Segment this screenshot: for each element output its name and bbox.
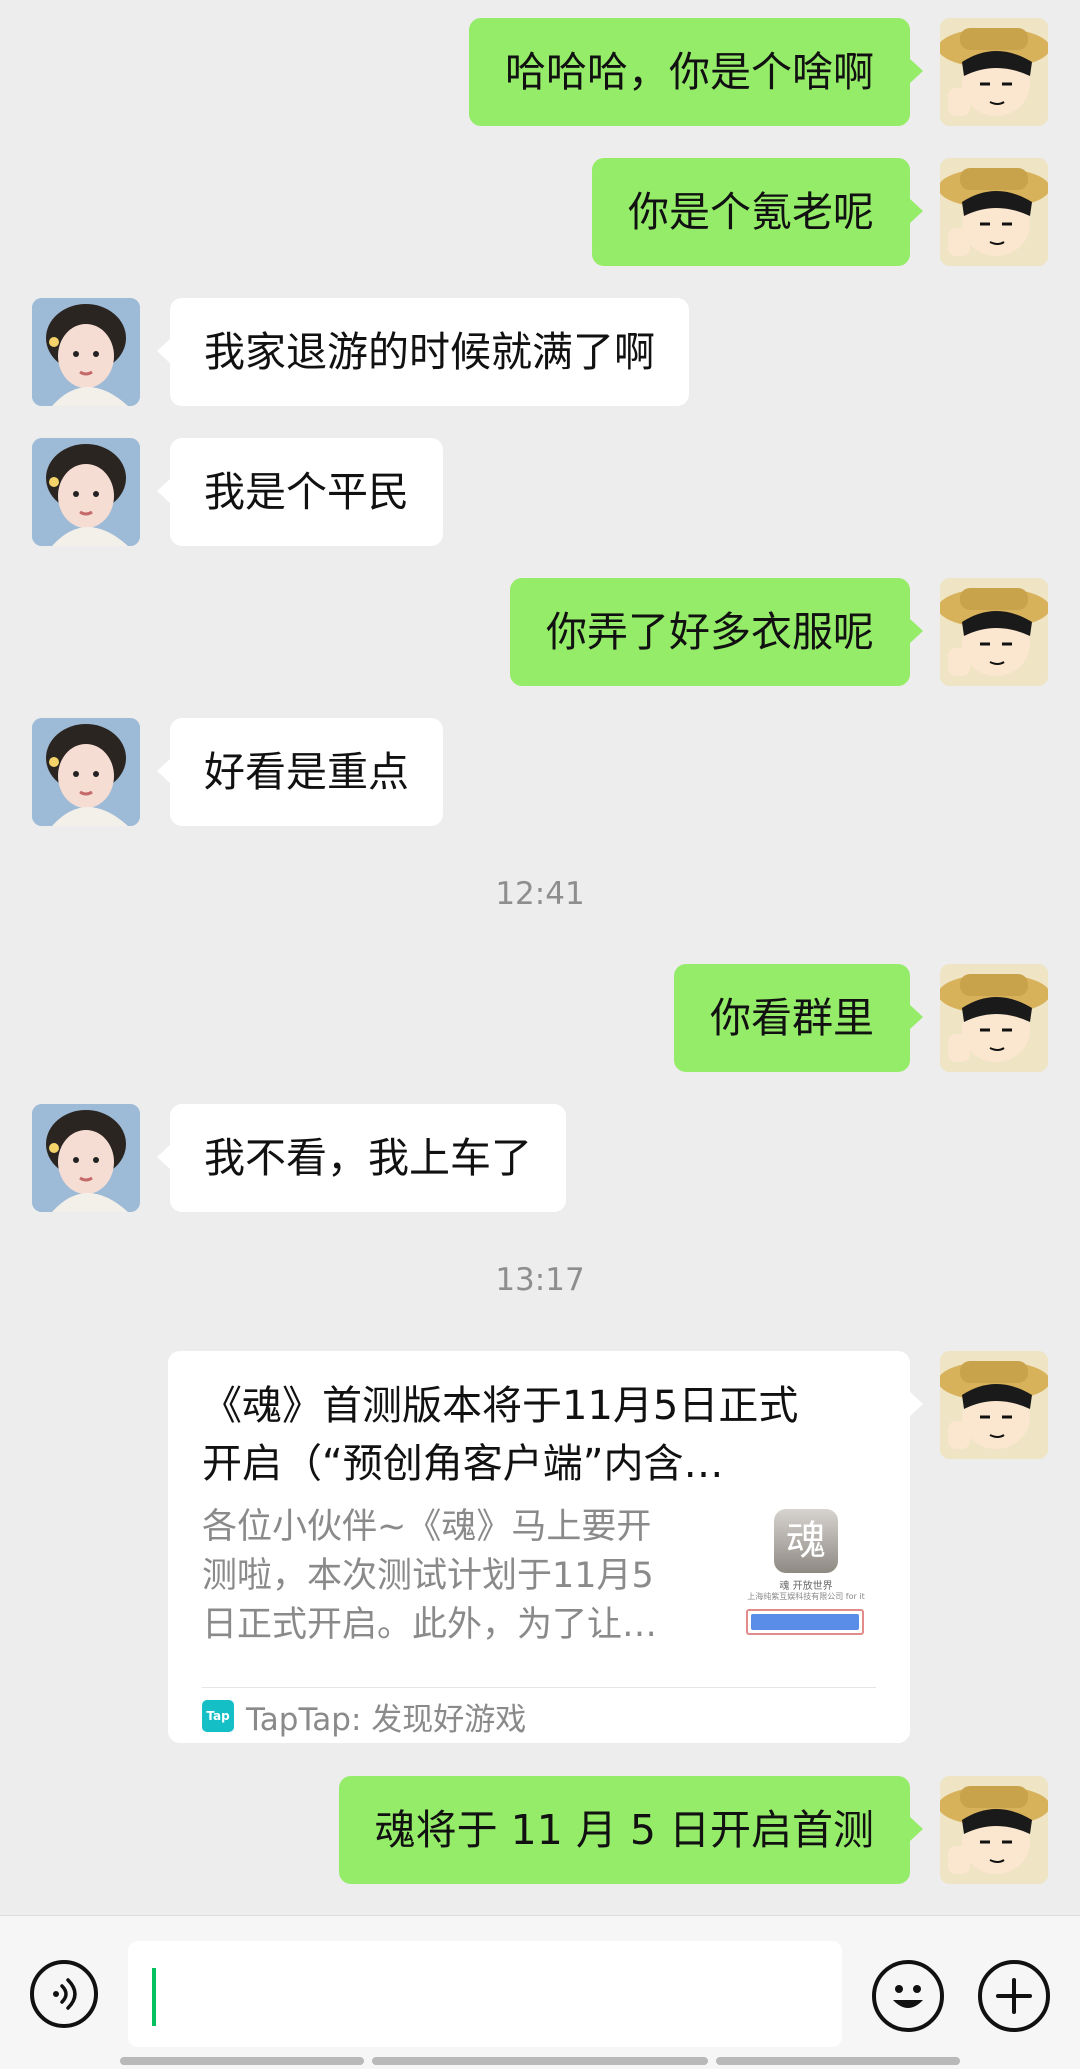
sent-message-bubble[interactable]: 你弄了好多衣服呢 <box>510 578 923 686</box>
message-row: 你弄了好多衣服呢 <box>0 578 1080 686</box>
text-caret <box>152 1968 156 2026</box>
sent-message-bubble[interactable]: 哈哈哈，你是个啥啊 <box>469 18 923 126</box>
thumb-caption: 魂 开放世界 <box>779 1581 833 1592</box>
received-message-bubble[interactable]: 好看是重点 <box>157 718 443 826</box>
sent-message-bubble[interactable]: 魂将于 11 月 5 日开启首测 <box>338 1776 924 1884</box>
message-row: 哈哈哈，你是个啥啊 <box>0 18 1080 126</box>
home-indicator <box>120 2057 364 2065</box>
message-row: 《魂》首测版本将于11月5日正式 开启（“预创角客户端”内含… 各位小伙伴~《魂… <box>0 1351 1080 1743</box>
message-row: 好看是重点 <box>0 718 1080 826</box>
timestamp: 13:17 <box>495 1262 585 1298</box>
message-row: 我是个平民 <box>0 438 1080 546</box>
emoji-button[interactable] <box>872 1960 944 2032</box>
message-row: 魂将于 11 月 5 日开启首测 <box>0 1776 1080 1884</box>
input-bar <box>0 1915 1080 2069</box>
message-row: 你看群里 <box>0 964 1080 1072</box>
link-card-source-label: TapTap: 发现好游戏 <box>246 1701 527 1738</box>
sent-message-bubble[interactable]: 你看群里 <box>674 964 923 1072</box>
voice-button[interactable] <box>30 1960 98 2028</box>
game-logo-icon: 魂 <box>774 1509 838 1573</box>
link-card-thumbnail: 魂 魂 开放世界 上海纯紫互娱科技有限公司 for it <box>736 1509 876 1657</box>
emoji-icon <box>893 1985 923 2008</box>
sent-message-bubble[interactable]: 你是个氪老呢 <box>592 158 923 266</box>
link-card-divider <box>202 1687 876 1688</box>
home-indicator <box>716 2057 960 2065</box>
my-avatar[interactable] <box>940 1351 1048 1459</box>
my-avatar[interactable] <box>940 964 1048 1072</box>
taptap-icon: Tap <box>202 1700 234 1732</box>
thumb-button <box>746 1609 864 1635</box>
link-card-description: 各位小伙伴~《魂》马上要开 测啦，本次测试计划于11月5 日正式开启。此外，为了… <box>202 1507 658 1645</box>
message-row: 你是个氪老呢 <box>0 158 1080 266</box>
received-message-bubble[interactable]: 我是个平民 <box>157 438 443 546</box>
home-indicator <box>372 2057 708 2065</box>
my-avatar[interactable] <box>940 578 1048 686</box>
received-message-bubble[interactable]: 我不看，我上车了 <box>157 1104 566 1212</box>
message-row: 我不看，我上车了 <box>0 1104 1080 1212</box>
my-avatar[interactable] <box>940 158 1048 266</box>
timestamp: 12:41 <box>495 876 585 912</box>
link-card-source: Tap TapTap: 发现好游戏 <box>202 1692 526 1740</box>
contact-avatar[interactable] <box>32 298 140 406</box>
plus-icon <box>996 1978 1032 2014</box>
received-message-bubble[interactable]: 我家退游的时候就满了啊 <box>157 298 689 406</box>
more-button[interactable] <box>978 1960 1050 2032</box>
my-avatar[interactable] <box>940 1776 1048 1884</box>
contact-avatar[interactable] <box>32 438 140 546</box>
thumb-caption: 上海纯紫互娱科技有限公司 for it <box>747 1592 865 1601</box>
my-avatar[interactable] <box>940 18 1048 126</box>
link-card-title: 《魂》首测版本将于11月5日正式 开启（“预创角客户端”内含… <box>202 1383 799 1487</box>
message-input[interactable] <box>128 1941 842 2047</box>
voice-icon <box>53 1978 77 2010</box>
link-card[interactable]: 《魂》首测版本将于11月5日正式 开启（“预创角客户端”内含… 各位小伙伴~《魂… <box>168 1351 923 1743</box>
message-row: 我家退游的时候就满了啊 <box>0 298 1080 406</box>
contact-avatar[interactable] <box>32 718 140 826</box>
contact-avatar[interactable] <box>32 1104 140 1212</box>
